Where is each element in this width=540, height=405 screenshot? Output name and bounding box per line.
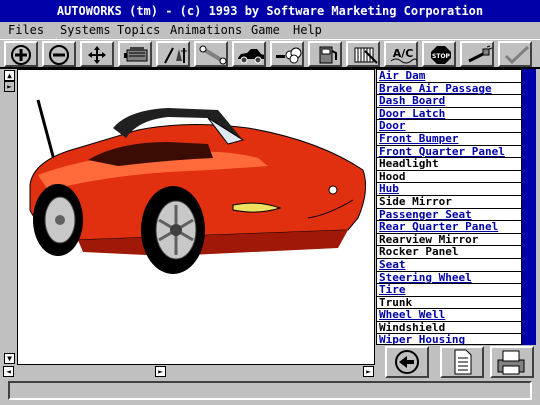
- radiator-button[interactable]: [346, 41, 380, 67]
- zoom-in-icon: [11, 45, 31, 65]
- status-bar: [8, 381, 532, 400]
- scroll-right-icon[interactable]: ►: [363, 366, 374, 377]
- print-button[interactable]: [490, 346, 534, 378]
- parts-list-item[interactable]: Rear Quarter Panel: [377, 221, 521, 234]
- air-conditioning-icon: A/C: [390, 47, 417, 64]
- parts-list-item[interactable]: Wheel Well: [377, 309, 521, 322]
- check-button[interactable]: [498, 41, 532, 67]
- back-arrow-icon: [395, 350, 419, 374]
- engine-icon: [124, 47, 148, 62]
- parts-list-item[interactable]: Side Mirror: [377, 195, 521, 209]
- parts-list-item[interactable]: Wiper Housing: [377, 334, 521, 344]
- menu-files[interactable]: Files: [8, 22, 44, 39]
- title-bar: AUTOWORKS (tm) - (c) 1993 by Software Ma…: [0, 0, 540, 22]
- wrench-button[interactable]: [194, 41, 228, 67]
- spark-plug-icon: [468, 45, 493, 63]
- parts-list-scrollbar[interactable]: [522, 69, 536, 345]
- exhaust-button[interactable]: [270, 41, 304, 67]
- svg-text:A/C: A/C: [393, 47, 414, 60]
- scroll-right-nub-icon[interactable]: ►: [4, 81, 15, 92]
- car-side-icon: [238, 49, 264, 64]
- scroll-thumb-icon[interactable]: ►: [155, 366, 166, 377]
- tools-icon: [164, 47, 187, 64]
- car-view[interactable]: [17, 69, 375, 365]
- parts-list-item[interactable]: Front Bumper: [377, 132, 521, 146]
- menu-help[interactable]: Help: [293, 22, 322, 39]
- scroll-up-icon[interactable]: ▲: [4, 70, 15, 81]
- parts-list[interactable]: Air Dam Brake Air Passage Dash Board Door L…: [376, 69, 522, 345]
- move-arrows-icon: [88, 46, 106, 64]
- fuel-button[interactable]: [308, 41, 342, 67]
- exhaust-icon: [276, 47, 302, 64]
- svg-text:STOP: STOP: [432, 53, 451, 60]
- printer-icon: [497, 350, 525, 375]
- parts-list-item[interactable]: Dash Board: [377, 95, 521, 108]
- horizontal-scrollbar[interactable]: ◄ ► ►: [3, 366, 375, 378]
- document-button[interactable]: [440, 346, 484, 378]
- wrench-icon: [199, 45, 227, 65]
- menu-topics[interactable]: Topics: [117, 22, 160, 39]
- vertical-scrollbar[interactable]: ▲ ► ▼: [3, 69, 16, 365]
- check-icon: [504, 45, 530, 65]
- radiator-icon: [354, 47, 378, 64]
- scroll-left-icon[interactable]: ◄: [3, 366, 14, 377]
- back-button[interactable]: [385, 346, 429, 378]
- parts-list-item[interactable]: Headlight: [377, 158, 521, 171]
- parts-list-item[interactable]: Seat: [377, 258, 521, 272]
- parts-list-item[interactable]: Tire: [377, 283, 521, 297]
- zoom-out-button[interactable]: [42, 41, 76, 67]
- spark-plug-button[interactable]: [460, 41, 494, 67]
- fuel-pump-icon: [319, 46, 337, 64]
- zoom-out-icon: [49, 45, 69, 65]
- document-icon: [454, 349, 472, 375]
- move-button[interactable]: [80, 41, 114, 67]
- air-conditioning-button[interactable]: A/C: [384, 41, 418, 67]
- menu-game[interactable]: Game: [251, 22, 280, 39]
- convertible-car-image[interactable]: [18, 70, 374, 364]
- tools-button[interactable]: [156, 41, 190, 67]
- scroll-down-icon[interactable]: ▼: [4, 353, 15, 364]
- toolbar: A/C STOP: [0, 39, 540, 69]
- menu-systems[interactable]: Systems: [60, 22, 111, 39]
- menu-animations[interactable]: Animations: [170, 22, 242, 39]
- engine-button[interactable]: [118, 41, 152, 67]
- stop-button[interactable]: STOP: [422, 41, 456, 67]
- menu-bar: Files Systems Topics Animations Game Hel…: [0, 22, 540, 39]
- car-button[interactable]: [232, 41, 266, 67]
- stop-sign-icon: STOP: [431, 46, 451, 64]
- zoom-in-button[interactable]: [4, 41, 38, 67]
- parts-list-item[interactable]: Air Dam: [377, 70, 521, 83]
